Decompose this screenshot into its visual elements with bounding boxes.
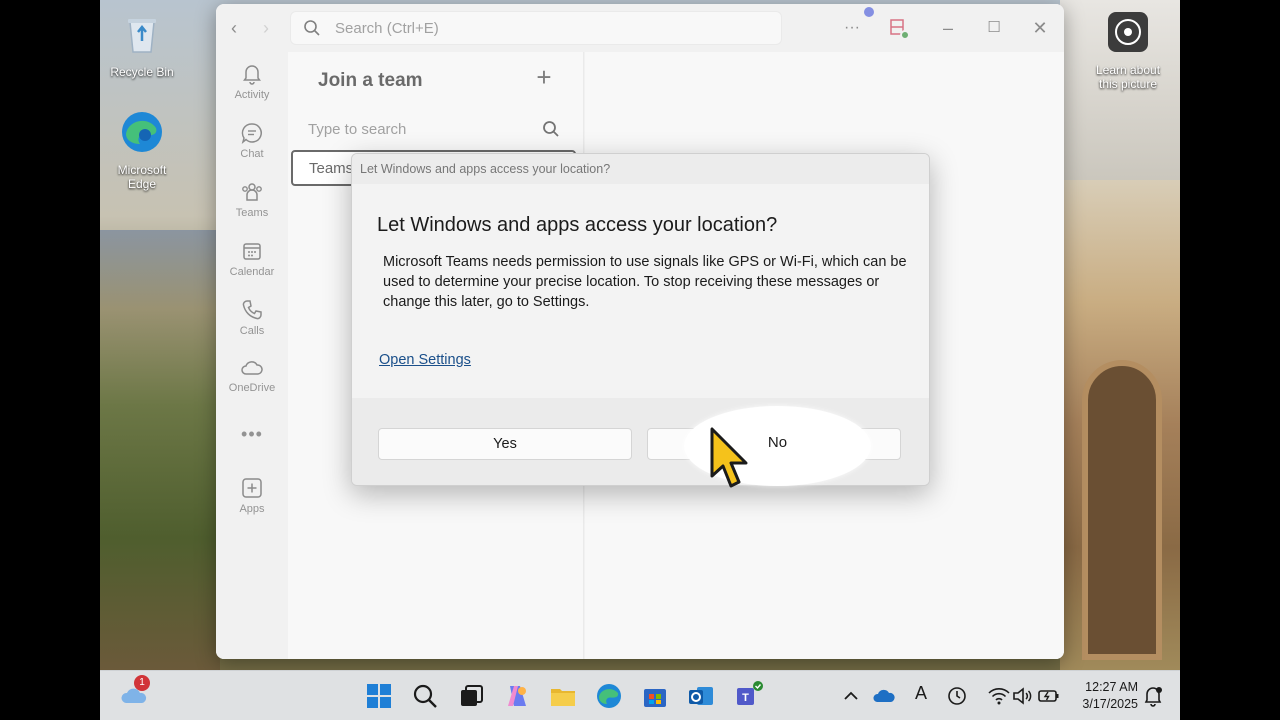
edge-taskbar-button[interactable] [594,681,624,711]
store-button[interactable] [640,681,670,711]
start-button[interactable] [364,681,394,711]
outlook-icon [689,687,713,705]
svg-text:T: T [742,692,749,704]
system-clock[interactable]: 12:27 AM 3/17/2025 [1078,679,1138,713]
recycle-bin-icon [128,19,156,53]
edge-icon [597,684,621,708]
onedrive-tray-icon[interactable] [872,683,902,713]
wallpaper-hills [100,230,220,670]
outlook-button[interactable] [686,681,716,711]
search-icon [413,684,437,708]
input-language-icon[interactable]: A [906,683,936,713]
desktop-icon-label: Recycle Bin [110,65,174,79]
desktop: Recycle Bin Microsoft Edge Learn about t… [100,0,1180,720]
desktop-icon-label: Learn about this picture [1095,63,1161,91]
copilot-button[interactable] [502,681,532,711]
store-icon [644,689,666,707]
battery-icon[interactable] [1036,683,1066,713]
desktop-icon-recycle-bin[interactable]: Recycle Bin [102,10,182,79]
task-view-icon [461,685,483,706]
desktop-icon-edge[interactable]: Microsoft Edge [102,108,182,191]
dialog-message: Microsoft Teams needs permission to use … [383,254,907,310]
yes-button[interactable]: Yes [378,428,632,460]
mouse-pointer-icon [710,427,748,488]
dialog-caption: Let Windows and apps access your locatio… [352,154,929,184]
copilot-icon [508,686,526,706]
weather-widget[interactable]: 1 [120,675,150,711]
notification-badge: 1 [134,675,150,691]
open-settings-link[interactable]: Open Settings [379,352,471,368]
file-explorer-button[interactable] [548,681,578,711]
folder-icon [551,689,575,706]
taskbar: 1 T A 12:27 AM 3/17/2025 [100,670,1180,720]
edge-icon [122,112,162,152]
desktop-icon-learn-picture[interactable]: Learn about this picture [1088,8,1168,91]
clock-tray-icon[interactable] [944,683,974,713]
notifications-bell-icon[interactable] [1140,683,1170,713]
teams-icon: T [737,681,763,705]
clock-time: 12:27 AM [1085,680,1138,694]
windows-icon [367,684,391,708]
dialog-title: Let Windows and apps access your locatio… [377,214,778,236]
wallpaper-bridge-arch [1082,360,1162,660]
camera-icon [1108,12,1148,52]
desktop-icon-label: Microsoft Edge [117,163,167,191]
taskbar-search-button[interactable] [410,681,440,711]
task-view-button[interactable] [456,681,486,711]
clock-date: 3/17/2025 [1082,697,1138,711]
show-hidden-icons-chevron-icon[interactable] [838,683,868,713]
teams-taskbar-button[interactable]: T [734,681,764,711]
